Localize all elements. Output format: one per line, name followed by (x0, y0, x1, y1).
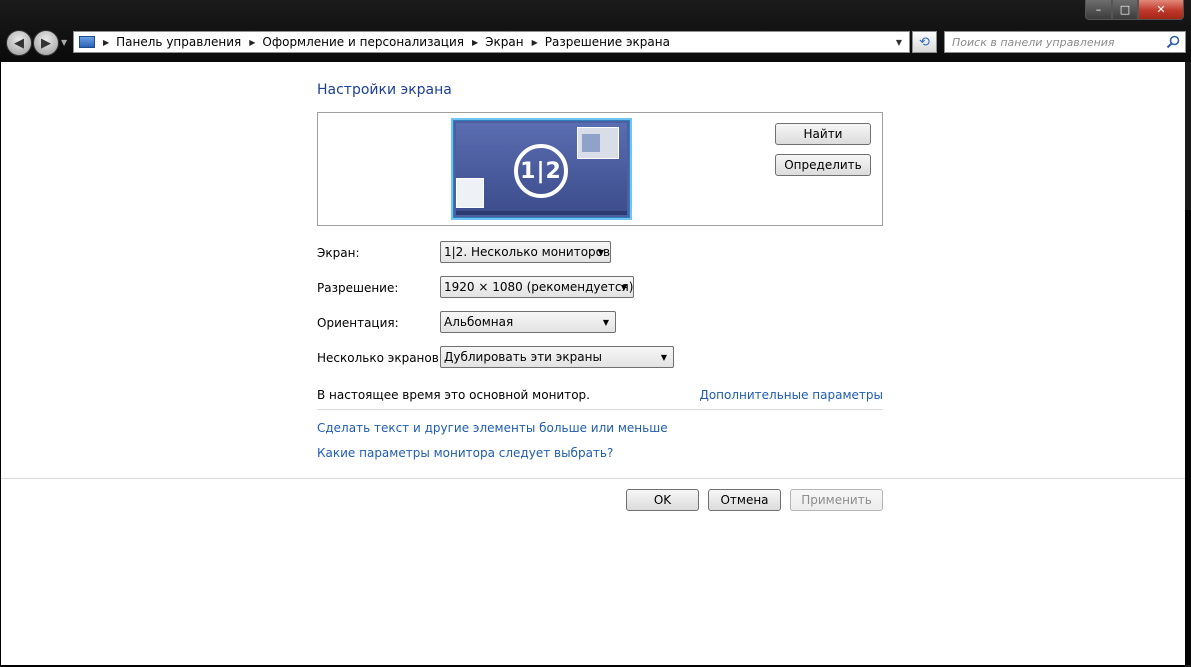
multiple-displays-label: Несколько экранов: (317, 351, 443, 365)
text-size-link[interactable]: Сделать текст и другие элементы больше и… (317, 421, 668, 435)
breadcrumb-screen-resolution[interactable]: Разрешение экрана (545, 35, 670, 49)
apply-button[interactable]: Применить (790, 489, 883, 511)
breadcrumb-display[interactable]: Экран (485, 35, 523, 49)
chevron-down-icon: ▼ (660, 353, 667, 362)
multiple-displays-value: Дублировать эти экраны (444, 350, 602, 364)
advanced-settings-link[interactable]: Дополнительные параметры (699, 388, 883, 402)
arrow-right-icon: ▶ (41, 35, 51, 51)
display-select[interactable]: 1|2. Несколько мониторов ▼ (440, 241, 611, 263)
close-button[interactable]: ✕ (1138, 0, 1184, 20)
chevron-down-icon: ▼ (620, 283, 627, 292)
resolution-value: 1920 × 1080 (рекомендуется) (444, 280, 634, 294)
monitor-preview: 1|2 Найти Определить (317, 112, 883, 226)
primary-monitor-note: В настоящее время это основной монитор. (317, 388, 590, 402)
orientation-select[interactable]: Альбомная ▼ (440, 311, 616, 333)
search-icon[interactable] (1166, 35, 1180, 49)
content-area: Настройки экрана 1|2 Найти Определить Эк… (1, 62, 1185, 665)
footer-divider (1, 478, 1185, 479)
search-box[interactable] (944, 31, 1186, 53)
identify-button[interactable]: Определить (775, 154, 871, 176)
back-button[interactable]: ◀ (6, 30, 32, 56)
mini-window-icon (456, 178, 484, 208)
window-edge-shadow (1185, 210, 1191, 665)
multiple-displays-select[interactable]: Дублировать эти экраны ▼ (440, 346, 674, 368)
maximize-button[interactable]: □ (1112, 0, 1138, 20)
refresh-button[interactable]: ⟲ (912, 31, 937, 53)
forward-button[interactable]: ▶ (33, 30, 59, 56)
cancel-button[interactable]: Отмена (708, 489, 781, 511)
monitor-thumbnail[interactable]: 1|2 (451, 118, 632, 220)
arrow-left-icon: ◀ (14, 35, 24, 51)
monitor-taskbar (456, 211, 627, 215)
chevron-down-icon: ▼ (597, 248, 604, 257)
divider (317, 409, 883, 410)
chevron-down-icon[interactable]: ▼ (891, 32, 907, 52)
recent-pages-dropdown[interactable]: ▼ (61, 38, 67, 47)
title-bar: – □ ✕ ◀ ▶ ▼ ▶ Панель управления ▶ Оформл… (0, 0, 1191, 62)
control-panel-icon (79, 36, 95, 48)
chevron-right-icon[interactable]: ▶ (103, 38, 109, 47)
chevron-down-icon: ▼ (602, 318, 609, 327)
display-label: Экран: (317, 246, 360, 260)
display-value: 1|2. Несколько мониторов (444, 245, 611, 259)
page-title: Настройки экрана (317, 82, 452, 98)
address-bar[interactable]: ▶ Панель управления ▶ Оформление и персо… (73, 31, 910, 53)
caption-buttons: – □ ✕ (1085, 0, 1184, 20)
chevron-right-icon[interactable]: ▶ (472, 38, 478, 47)
resolution-select[interactable]: 1920 × 1080 (рекомендуется) ▼ (440, 276, 634, 298)
breadcrumb-appearance[interactable]: Оформление и персонализация (262, 35, 464, 49)
chevron-right-icon[interactable]: ▶ (532, 38, 538, 47)
refresh-icon: ⟲ (919, 34, 930, 50)
minimize-button[interactable]: – (1085, 0, 1112, 20)
monitor-number-badge: 1|2 (514, 144, 568, 198)
mini-window-icon (577, 127, 619, 159)
resolution-label: Разрешение: (317, 281, 399, 295)
chevron-right-icon[interactable]: ▶ (249, 38, 255, 47)
ok-button[interactable]: OK (626, 489, 699, 511)
orientation-value: Альбомная (444, 315, 514, 329)
find-button[interactable]: Найти (775, 123, 871, 145)
search-input[interactable] (945, 32, 1155, 52)
breadcrumb-control-panel[interactable]: Панель управления (116, 35, 241, 49)
orientation-label: Ориентация: (317, 316, 399, 330)
monitor-help-link[interactable]: Какие параметры монитора следует выбрать… (317, 446, 613, 460)
